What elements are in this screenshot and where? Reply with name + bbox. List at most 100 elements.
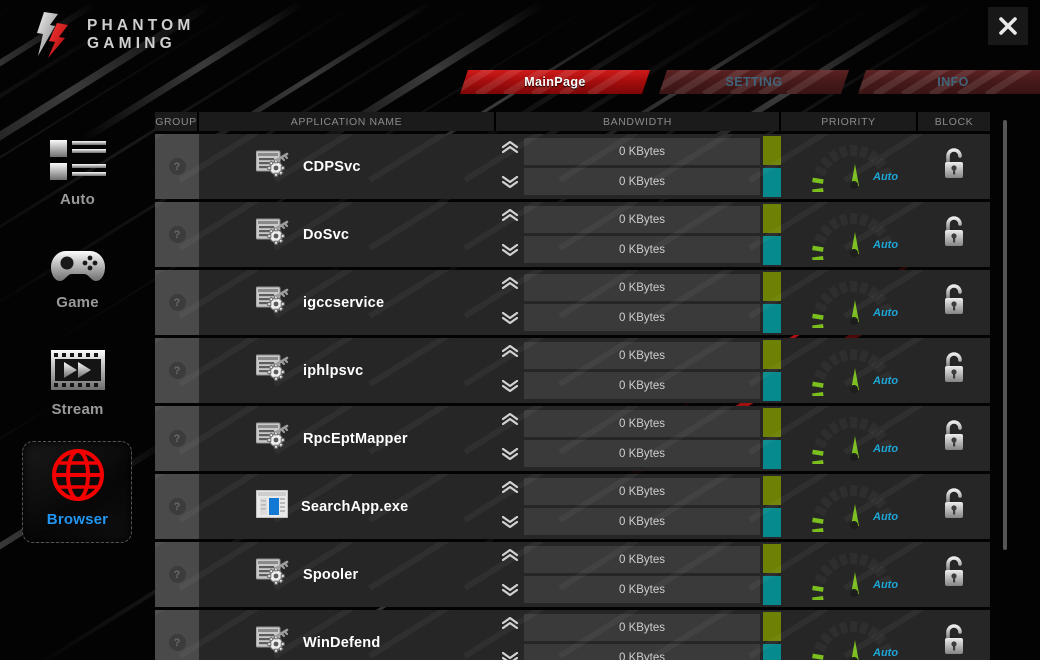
padlock-open-icon[interactable] <box>940 623 968 660</box>
padlock-open-icon[interactable] <box>940 147 968 186</box>
padlock-open-icon[interactable] <box>940 283 968 322</box>
padlock-open-icon[interactable] <box>940 351 968 390</box>
table-row[interactable]: ? igccservice 0 KBytes 0 KBytes Auto <box>155 270 990 335</box>
chevron-double-down-icon[interactable] <box>501 651 519 660</box>
download-value[interactable]: 0 KBytes <box>524 236 760 263</box>
priority-cell[interactable]: Auto <box>781 406 918 471</box>
chevron-double-up-icon[interactable] <box>501 480 519 498</box>
chevron-double-down-icon[interactable] <box>501 583 519 601</box>
bandwidth-cell: 0 KBytes 0 KBytes <box>496 474 781 539</box>
application-name-cell: igccservice <box>199 270 496 335</box>
vertical-scrollbar[interactable] <box>1003 120 1007 550</box>
chevron-double-up-icon[interactable] <box>501 140 519 158</box>
table-body: ? CDPSvc 0 KBytes 0 KBytes Auto? DoSvc 0 KByte… <box>155 134 990 660</box>
download-value[interactable]: 0 KBytes <box>524 508 760 535</box>
group-question-icon: ? <box>169 430 186 447</box>
tab-mainpage[interactable]: MainPage <box>460 70 650 94</box>
upload-value[interactable]: 0 KBytes <box>524 274 760 301</box>
block-cell[interactable] <box>918 202 990 267</box>
group-cell[interactable]: ? <box>155 134 199 199</box>
chevron-double-down-icon[interactable] <box>501 311 519 329</box>
priority-label: Auto <box>873 171 898 183</box>
padlock-open-icon[interactable] <box>940 215 968 254</box>
priority-cell[interactable]: Auto <box>781 270 918 335</box>
sidebar-item-browser[interactable]: Browser <box>0 435 155 540</box>
group-cell[interactable]: ? <box>155 474 199 539</box>
chevron-double-down-icon[interactable] <box>501 447 519 465</box>
group-cell[interactable]: ? <box>155 202 199 267</box>
sidebar-item-auto[interactable]: Auto <box>0 120 155 225</box>
chevron-double-down-icon[interactable] <box>501 515 519 533</box>
chevron-double-up-icon[interactable] <box>501 548 519 566</box>
priority-cell[interactable]: Auto <box>781 134 918 199</box>
block-cell[interactable] <box>918 134 990 199</box>
upload-value[interactable]: 0 KBytes <box>524 546 760 573</box>
chevron-double-up-icon[interactable] <box>501 616 519 634</box>
chevron-double-down-icon[interactable] <box>501 243 519 261</box>
block-cell[interactable] <box>918 270 990 335</box>
chevron-double-up-icon[interactable] <box>501 276 519 294</box>
sidebar-item-stream[interactable]: Stream <box>0 330 155 435</box>
chevron-double-up-icon[interactable] <box>501 412 519 430</box>
bandwidth-arrows <box>496 140 524 193</box>
chevron-double-down-icon[interactable] <box>501 175 519 193</box>
table-row[interactable]: ? WinDefend 0 KBytes 0 KBytes Auto <box>155 610 990 660</box>
table-row[interactable]: ? CDPSvc 0 KBytes 0 KBytes Auto <box>155 134 990 199</box>
close-button[interactable] <box>988 7 1028 45</box>
group-question-icon: ? <box>169 566 186 583</box>
download-value[interactable]: 0 KBytes <box>524 440 760 467</box>
bandwidth-cell: 0 KBytes 0 KBytes <box>496 406 781 471</box>
group-cell[interactable]: ? <box>155 270 199 335</box>
service-gear-icon <box>256 626 290 659</box>
upload-value[interactable]: 0 KBytes <box>524 410 760 437</box>
table-row[interactable]: ? SearchApp.exe 0 KBytes 0 KBytes Auto <box>155 474 990 539</box>
group-cell[interactable]: ? <box>155 542 199 607</box>
download-value[interactable]: 0 KBytes <box>524 168 760 195</box>
priority-cell[interactable]: Auto <box>781 542 918 607</box>
block-cell[interactable] <box>918 542 990 607</box>
priority-cell[interactable]: Auto <box>781 338 918 403</box>
sidebar-item-game[interactable]: Game <box>0 225 155 330</box>
table-row[interactable]: ? iphlpsvc 0 KBytes 0 KBytes Auto <box>155 338 990 403</box>
close-icon <box>997 15 1019 37</box>
block-cell[interactable] <box>918 338 990 403</box>
upload-bar <box>763 204 781 233</box>
group-cell[interactable]: ? <box>155 406 199 471</box>
application-name-label: WinDefend <box>303 635 380 651</box>
bandwidth-cell: 0 KBytes 0 KBytes <box>496 610 781 660</box>
download-bar <box>763 576 781 605</box>
priority-cell[interactable]: Auto <box>781 610 918 660</box>
chevron-double-up-icon[interactable] <box>501 208 519 226</box>
table-row[interactable]: ? DoSvc 0 KBytes 0 KBytes Auto <box>155 202 990 267</box>
download-value[interactable]: 0 KBytes <box>524 576 760 603</box>
chevron-double-up-icon[interactable] <box>501 344 519 362</box>
download-value[interactable]: 0 KBytes <box>524 304 760 331</box>
sidebar-item-label: Browser <box>47 511 108 528</box>
padlock-open-icon[interactable] <box>940 419 968 458</box>
priority-cell[interactable]: Auto <box>781 474 918 539</box>
padlock-open-icon[interactable] <box>940 487 968 526</box>
table-row[interactable]: ? Spooler 0 KBytes 0 KBytes Auto <box>155 542 990 607</box>
group-cell[interactable]: ? <box>155 610 199 660</box>
upload-value[interactable]: 0 KBytes <box>524 342 760 369</box>
group-cell[interactable]: ? <box>155 338 199 403</box>
table-row[interactable]: ? RpcEptMapper 0 KBytes 0 KBytes Auto <box>155 406 990 471</box>
padlock-open-icon[interactable] <box>940 555 968 594</box>
upload-value[interactable]: 0 KBytes <box>524 614 760 641</box>
block-cell[interactable] <box>918 474 990 539</box>
download-value[interactable]: 0 KBytes <box>524 372 760 399</box>
application-name-cell: WinDefend <box>199 610 496 660</box>
block-cell[interactable] <box>918 610 990 660</box>
tab-setting[interactable]: SETTING <box>659 70 849 94</box>
upload-value[interactable]: 0 KBytes <box>524 478 760 505</box>
chevron-double-down-icon[interactable] <box>501 379 519 397</box>
block-cell[interactable] <box>918 406 990 471</box>
download-bar <box>763 236 781 265</box>
upload-value[interactable]: 0 KBytes <box>524 138 760 165</box>
column-header-application-name: APPLICATION NAME <box>199 112 496 131</box>
tab-info[interactable]: INFO <box>858 70 1040 94</box>
download-value[interactable]: 0 KBytes <box>524 644 760 660</box>
upload-value[interactable]: 0 KBytes <box>524 206 760 233</box>
priority-cell[interactable]: Auto <box>781 202 918 267</box>
upload-bar <box>763 408 781 437</box>
